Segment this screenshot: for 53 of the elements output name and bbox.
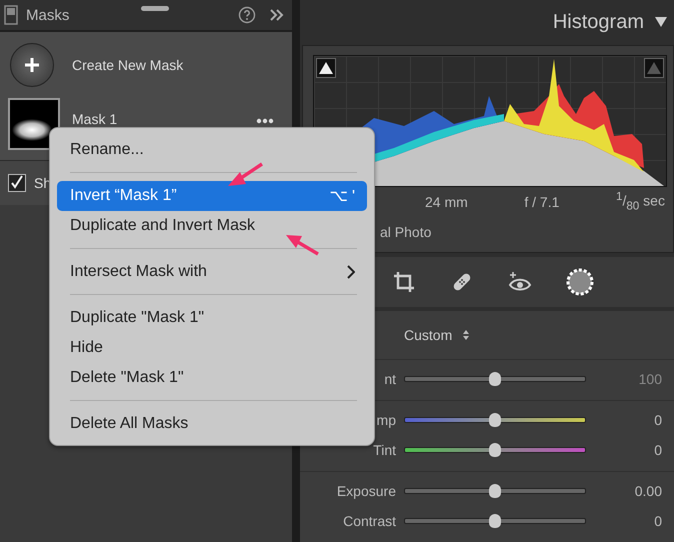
slider-track[interactable] [404, 482, 586, 499]
slider-track[interactable] [404, 412, 586, 428]
collapse-triangle-icon[interactable] [654, 16, 668, 28]
panel-title: Masks [26, 6, 70, 24]
menu-item[interactable]: Intersect Mask with [57, 257, 367, 287]
highlight-clipping-icon[interactable] [644, 58, 664, 78]
help-icon[interactable] [238, 6, 256, 24]
menu-item[interactable]: Invert “Mask 1” ⌥ ' [57, 181, 367, 211]
drag-handle[interactable] [141, 6, 170, 10]
mask-name[interactable]: Mask 1 [72, 111, 244, 127]
menu-item[interactable]: Delete All Masks [57, 409, 367, 439]
slider-track[interactable] [404, 370, 586, 387]
slider-thumb[interactable] [489, 412, 501, 427]
slider-label: Tint [372, 442, 396, 458]
masking-icon[interactable] [566, 268, 594, 296]
more-icon[interactable] [256, 118, 274, 124]
stepper-icon[interactable] [462, 328, 470, 342]
overlay-checkbox[interactable] [8, 174, 26, 192]
menu-item[interactable]: Duplicate "Mask 1" [57, 303, 367, 333]
menu-item[interactable]: Rename... [57, 135, 367, 165]
exif-info: 24 mm [425, 194, 468, 210]
create-mask-button[interactable] [10, 43, 54, 87]
slider-track[interactable] [404, 512, 586, 529]
mask-thumbnail[interactable] [8, 98, 60, 150]
slider-thumb[interactable] [489, 514, 501, 528]
annotation-arrow [228, 162, 263, 186]
plus-icon [22, 55, 42, 75]
submenu-chevron-icon [347, 265, 355, 279]
create-mask-label[interactable]: Create New Mask [72, 57, 184, 73]
exif-info: $^{1}$/$_{80}$ sec [616, 190, 665, 213]
slider-track[interactable] [404, 442, 586, 458]
slider-thumb[interactable] [489, 442, 501, 457]
slider-label: mp [376, 412, 396, 428]
slider-label: Contrast [342, 512, 396, 529]
double-chevron-icon[interactable] [270, 9, 284, 21]
histogram-title: Histogram [552, 10, 644, 34]
annotation-arrow [286, 235, 319, 256]
slider-label: Exposure [336, 482, 396, 499]
panel-icon[interactable] [4, 5, 18, 25]
exif-info: f / 7.1 [524, 194, 560, 210]
slider-value[interactable]: 0.00 [594, 482, 662, 499]
shadow-clipping-icon[interactable] [316, 58, 336, 78]
crop-icon[interactable] [392, 270, 416, 294]
slider-value[interactable]: 0 [594, 412, 662, 428]
menu-item[interactable]: Duplicate and Invert Mask [57, 211, 367, 241]
menu-item[interactable]: Hide [57, 333, 367, 363]
profile-dropdown[interactable]: Custom [404, 326, 452, 343]
menu-item[interactable]: Delete "Mask 1" [57, 363, 367, 393]
photo-label: al Photo [380, 224, 432, 240]
slider-label: nt [383, 370, 396, 387]
slider-value[interactable]: 0 [594, 442, 662, 458]
slider-thumb[interactable] [489, 484, 501, 498]
slider-value[interactable]: 0 [594, 512, 662, 529]
